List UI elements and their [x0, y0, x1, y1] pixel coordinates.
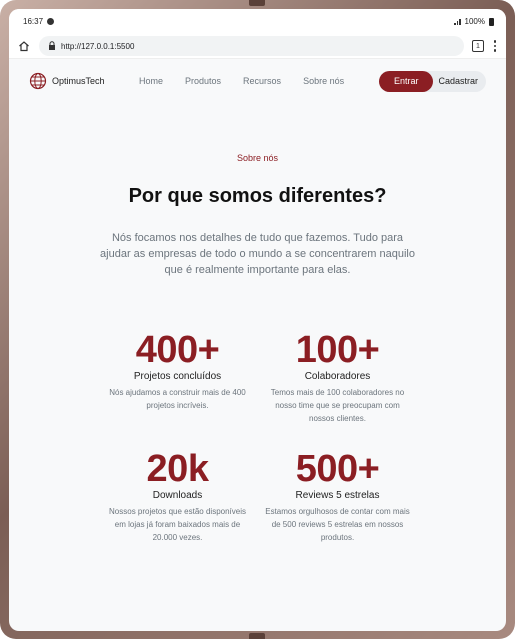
login-button[interactable]: Entrar — [378, 70, 434, 92]
nav-link-recursos[interactable]: Recursos — [243, 76, 281, 86]
nav-links: Home Produtos Recursos Sobre nós — [139, 76, 344, 86]
signal-icon — [454, 18, 461, 25]
tabs-icon[interactable]: 1 — [472, 40, 484, 52]
stat-card: 100+ Colaboradores Temos mais de 100 col… — [258, 330, 418, 425]
status-time: 16:37 — [23, 17, 44, 26]
stat-description: Nós ajudamos a construir mais de 400 pro… — [109, 388, 246, 410]
stat-title: Reviews 5 estrelas — [295, 490, 380, 501]
stat-value: 400+ — [135, 329, 220, 371]
stat-description: Nossos projetos que estão disponíveis em… — [109, 507, 246, 542]
stat-description: Temos mais de 100 colaboradores no nosso… — [270, 388, 405, 423]
home-icon[interactable] — [17, 39, 31, 53]
browser-toolbar: http://127.0.0.1:5500 1 — [9, 34, 506, 59]
stats-grid: 400+ Projetos concluídos Nós ajudamos a … — [98, 330, 418, 544]
stat-description: Estamos orgulhosos de contar com mais de… — [265, 507, 410, 542]
stat-value: 500+ — [295, 448, 380, 490]
stat-card: 20k Downloads Nossos projetos que estão … — [98, 449, 258, 544]
battery-icon — [489, 17, 494, 26]
url-text: http://127.0.0.1:5500 — [61, 41, 135, 51]
address-bar[interactable]: http://127.0.0.1:5500 — [39, 36, 464, 56]
stat-title: Projetos concluídos — [133, 371, 222, 382]
stat-title: Colaboradores — [304, 371, 371, 382]
signup-button[interactable]: Cadastrar — [433, 71, 486, 92]
brand-name: OptimusTech — [52, 76, 105, 86]
globe-icon — [29, 72, 47, 90]
auth-group: Entrar Cadastrar — [378, 70, 486, 92]
section-lead: Nós focamos nos detalhes de tudo que faz… — [100, 232, 415, 276]
site-navbar: OptimusTech Home Produtos Recursos Sobre… — [9, 59, 506, 103]
battery-level: 100% — [464, 17, 485, 26]
section-title: Por que somos diferentes? — [128, 185, 387, 207]
brand[interactable]: OptimusTech — [29, 72, 133, 90]
kebab-menu-icon[interactable] — [492, 40, 498, 52]
status-bar: 16:37 100% — [9, 9, 506, 34]
section-eyebrow: Sobre nós — [236, 153, 279, 163]
stat-value: 100+ — [295, 329, 380, 371]
stat-value: 20k — [146, 448, 209, 490]
about-section: Sobre nós Por que somos diferentes? Nós … — [9, 153, 506, 544]
lock-icon — [47, 41, 56, 51]
nav-link-produtos[interactable]: Produtos — [185, 76, 221, 86]
stat-card: 500+ Reviews 5 estrelas Estamos orgulhos… — [258, 449, 418, 544]
notification-dot-icon — [47, 18, 55, 25]
stat-card: 400+ Projetos concluídos Nós ajudamos a … — [98, 330, 258, 425]
nav-link-home[interactable]: Home — [139, 76, 163, 86]
nav-link-sobre[interactable]: Sobre nós — [303, 76, 344, 86]
device-frame: 16:37 100% http://127.0.0.1:5500 1 Optim… — [0, 0, 515, 639]
device-screen: 16:37 100% http://127.0.0.1:5500 1 Optim… — [9, 9, 506, 631]
stat-title: Downloads — [152, 490, 203, 501]
